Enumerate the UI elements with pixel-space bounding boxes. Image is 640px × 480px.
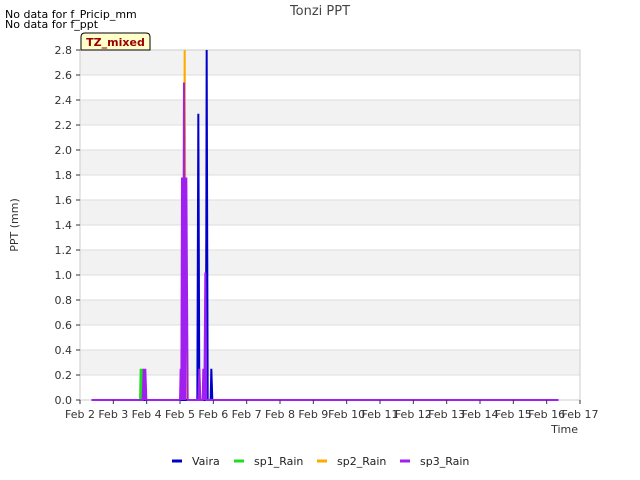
y-tick-label: 1.0 xyxy=(55,269,73,282)
chart-title: Tonzi PPT xyxy=(289,4,350,19)
grid-band xyxy=(80,350,580,375)
y-tick-label: 1.6 xyxy=(55,194,73,207)
x-tick-label: Feb 12 xyxy=(395,408,432,421)
y-tick-label: 2.6 xyxy=(55,69,73,82)
y-tick-label: 0.6 xyxy=(55,319,73,332)
grid-band xyxy=(80,200,580,225)
x-tick-label: Feb 6 xyxy=(198,408,228,421)
grid-band xyxy=(80,100,580,125)
x-tick-label: Feb 2 xyxy=(65,408,95,421)
x-tick-label: Feb 16 xyxy=(528,408,565,421)
y-tick-label: 0.0 xyxy=(55,394,73,407)
badge-label: TZ_mixed xyxy=(86,36,145,49)
x-tick-label: Feb 9 xyxy=(298,408,328,421)
ppt-chart: Tonzi PPT 0.0 0.2 0.4 0.6 0.8 1.0 1.2 1.4 1.6 1.8… xyxy=(8,4,599,468)
x-tick-label: Feb 14 xyxy=(462,408,499,421)
x-tick-label: Feb 4 xyxy=(132,408,162,421)
y-tick-label: 0.2 xyxy=(55,369,73,382)
x-tick-label: Feb 10 xyxy=(328,408,365,421)
y-tick-label: 2.0 xyxy=(55,144,73,157)
legend: Vaira sp1_Rain sp2_Rain sp3_Rain xyxy=(172,455,469,468)
grid-band xyxy=(80,300,580,325)
grid-band xyxy=(80,150,580,175)
x-tick-label: Feb 11 xyxy=(362,408,399,421)
legend-label: sp2_Rain xyxy=(337,455,386,468)
legend-label: Vaira xyxy=(192,455,220,468)
x-tick-label: Feb 7 xyxy=(232,408,262,421)
x-axis-label: Time xyxy=(550,423,578,436)
y-tick-label: 0.4 xyxy=(55,344,73,357)
y-tick-label: 2.4 xyxy=(55,94,73,107)
x-tick-label: Feb 15 xyxy=(495,408,532,421)
y-tick-label: 2.2 xyxy=(55,119,73,132)
x-tick-label: Feb 8 xyxy=(265,408,295,421)
x-tick-label: Feb 13 xyxy=(428,408,465,421)
grid-band xyxy=(80,250,580,275)
y-tick-label: 0.8 xyxy=(55,294,73,307)
x-tick-label: Feb 5 xyxy=(165,408,195,421)
legend-label: sp1_Rain xyxy=(254,455,303,468)
x-tick-label: Feb 3 xyxy=(98,408,128,421)
tz-mixed-badge: TZ_mixed xyxy=(80,32,151,51)
legend-label: sp3_Rain xyxy=(420,455,469,468)
y-tick-label: 1.8 xyxy=(55,169,73,182)
y-tick-label: 2.8 xyxy=(55,44,73,57)
y-tick-label: 1.4 xyxy=(55,219,73,232)
y-axis-label: PPT (mm) xyxy=(8,198,21,252)
x-tick-label: Feb 17 xyxy=(562,408,599,421)
grid-band xyxy=(80,50,580,75)
y-tick-label: 1.2 xyxy=(55,244,73,257)
